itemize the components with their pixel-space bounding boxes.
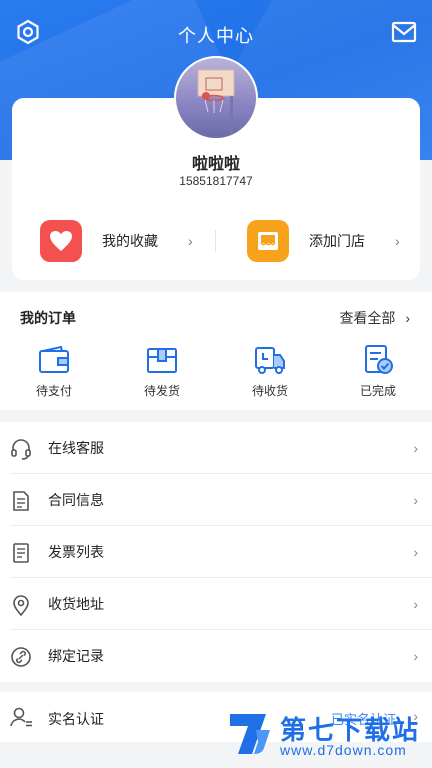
menu-label: 发票列表 (48, 544, 104, 560)
chevron-right-icon: › (188, 233, 193, 249)
user-verify-icon (10, 707, 32, 727)
watermark-logo-icon (230, 714, 270, 754)
order-completed[interactable]: 已完成 (338, 344, 418, 399)
view-all-label: 查看全部 (339, 310, 396, 326)
watermark: 第七下载站 www.d7down.com (226, 708, 426, 764)
invoice-icon (13, 543, 29, 563)
store-icon (247, 220, 289, 262)
location-pin-icon (13, 595, 29, 616)
menu-item-invoice-list[interactable]: 发票列表 › (0, 526, 432, 578)
chevron-right-icon: › (413, 492, 418, 508)
document-icon (13, 491, 29, 511)
completed-doc-icon (365, 345, 393, 374)
add-store-label: 添加门店 (309, 233, 365, 249)
mail-icon[interactable] (390, 18, 418, 46)
basketball-hoop-avatar-icon (197, 69, 235, 138)
orders-title: 我的订单 (20, 310, 76, 326)
watermark-url: www.d7down.com (280, 742, 407, 758)
order-pending-payment[interactable]: 待支付 (14, 344, 94, 399)
favorites-label: 我的收藏 (102, 233, 158, 249)
heart-icon (40, 220, 82, 262)
order-label: 待收货 (251, 384, 288, 398)
menu-item-binding-records[interactable]: 绑定记录 › (0, 630, 432, 682)
chevron-right-icon: › (413, 648, 418, 664)
menu-item-contract-info[interactable]: 合同信息 › (0, 474, 432, 526)
avatar[interactable] (174, 56, 258, 140)
orders-section: 我的订单 查看全部 › 待支付 待发货 待收货 已完成 (0, 292, 432, 410)
order-label: 已完成 (359, 384, 396, 398)
menu-item-shipping-address[interactable]: 收货地址 › (0, 578, 432, 630)
menu-item-customer-service[interactable]: 在线客服 › (0, 422, 432, 474)
order-pending-shipment[interactable]: 待发货 (122, 344, 202, 399)
username: 啦啦啦 (191, 156, 240, 173)
menu-list: 在线客服 › 合同信息 › 发票列表 › 收货地址 › 绑定记录 › (0, 422, 432, 682)
chevron-right-icon: › (395, 233, 400, 249)
page-title: 个人中心 (178, 26, 254, 46)
truck-icon (255, 347, 285, 374)
chevron-right-icon: › (405, 310, 410, 326)
link-icon (11, 647, 31, 667)
chevron-right-icon: › (413, 544, 418, 560)
headset-icon (11, 439, 31, 460)
package-icon (147, 348, 177, 373)
favorites-button[interactable]: 我的收藏 › (40, 218, 200, 264)
order-pending-receipt[interactable]: 待收货 (230, 344, 310, 399)
chevron-right-icon: › (413, 440, 418, 456)
add-store-button[interactable]: 添加门店 › (247, 218, 407, 264)
order-label: 待发货 (143, 384, 180, 398)
phone-number: 15851817747 (179, 174, 253, 188)
verification-label: 实名认证 (48, 711, 104, 727)
wallet-icon (39, 345, 69, 373)
divider (215, 230, 216, 252)
order-label: 待支付 (35, 384, 72, 398)
view-all-orders-link[interactable]: 查看全部 › (339, 308, 410, 328)
menu-label: 收货地址 (48, 596, 104, 612)
chevron-right-icon: › (413, 596, 418, 612)
menu-label: 绑定记录 (48, 648, 104, 664)
menu-label: 在线客服 (48, 440, 104, 456)
menu-label: 合同信息 (48, 492, 104, 508)
